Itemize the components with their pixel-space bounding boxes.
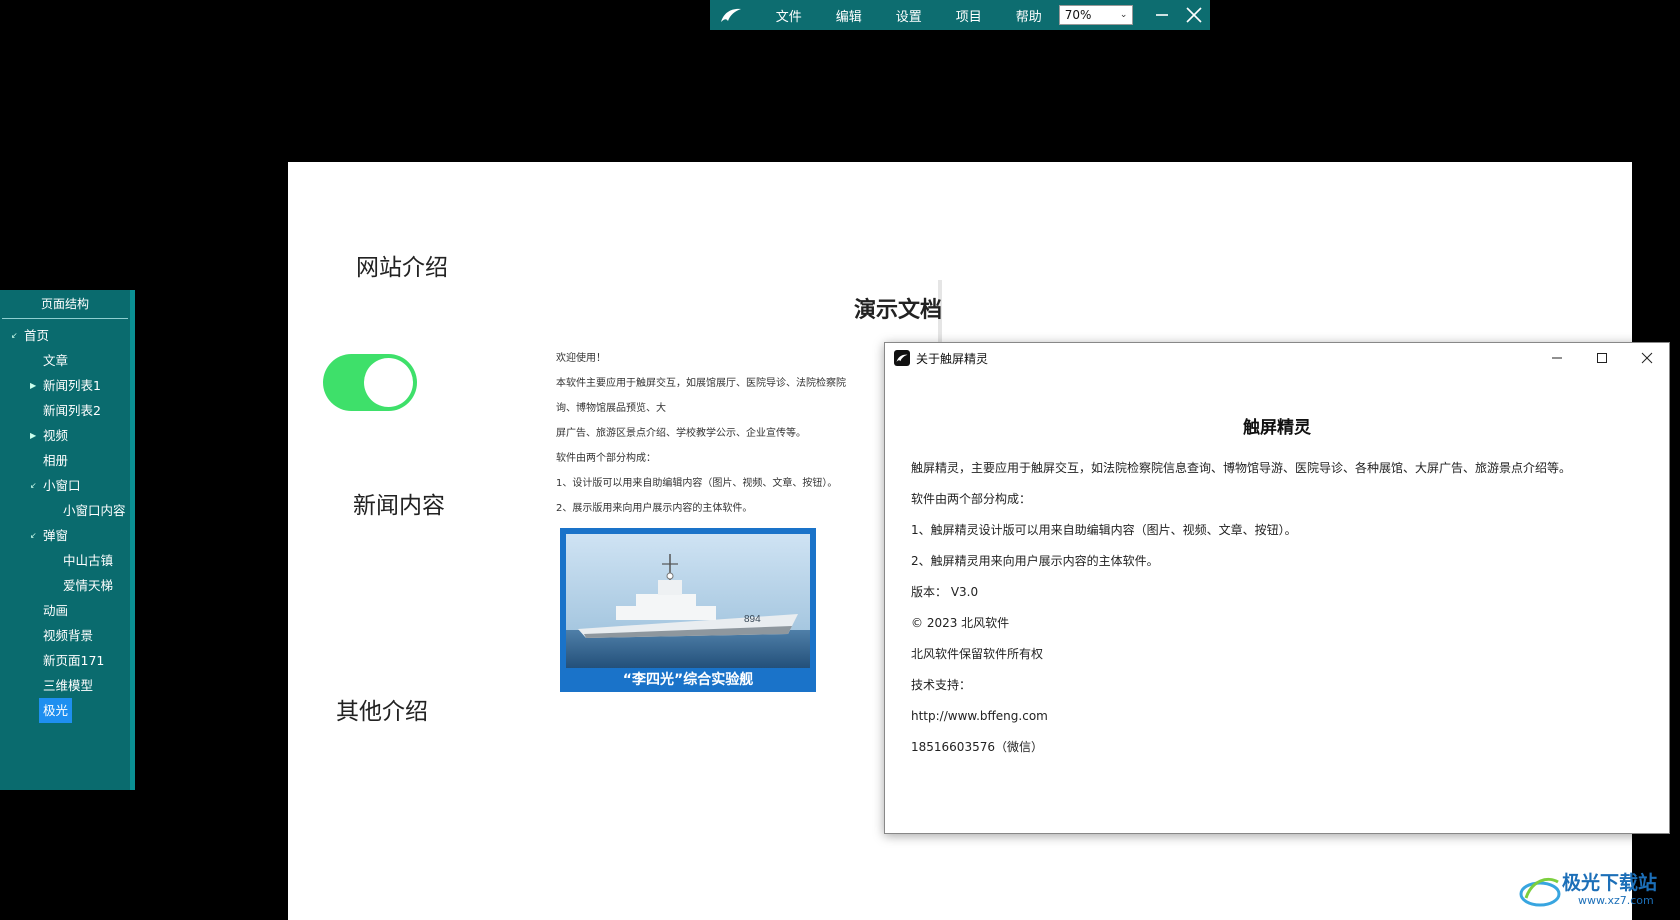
menu-edit[interactable]: 编辑 (819, 6, 879, 25)
tree-item[interactable]: 爱情天梯 (0, 573, 130, 598)
ship-image: 894 (566, 534, 810, 668)
tree-item-label: 动画 (43, 603, 69, 618)
about-heading: 触屏精灵 (1243, 418, 1311, 438)
watermark-logo-icon (1519, 877, 1561, 907)
watermark-url: www.xz7.com (1578, 894, 1654, 907)
tree-item[interactable]: ▶ 新闻列表1 (0, 373, 130, 398)
about-dialog: 关于触屏精灵 触屏精灵 触屏精灵，主要应用于触屏交互，如法院检察院信息查询、博物… (884, 342, 1670, 834)
menu-file[interactable]: 文件 (759, 6, 819, 25)
about-line: 2、触屏精灵用来向用户展示内容的主体软件。 (911, 554, 1159, 568)
zoom-select[interactable]: 70% ⌄ (1058, 5, 1134, 25)
tree-item[interactable]: 文章 (0, 348, 130, 373)
chevron-down-icon[interactable]: ↙ (30, 473, 37, 498)
watermark-name: 极光下载站 (1562, 872, 1658, 894)
menu-help[interactable]: 帮助 (999, 6, 1059, 25)
doc-line: 询、博物馆展品预览、大 (556, 403, 666, 414)
heading-other-intro[interactable]: 其他介绍 (336, 692, 428, 726)
tree-item-label: 小窗口内容 (63, 503, 126, 518)
tree-item-label: 中山古镇 (63, 553, 114, 568)
support-label: 技术支持： (911, 678, 972, 692)
panel-title: 页面结构 (2, 290, 128, 319)
tree-item-label: 文章 (43, 353, 69, 368)
tree-item-label: 相册 (43, 453, 69, 468)
support-phone: 18516603576（微信） (911, 740, 1043, 754)
menu-bar: 文件 编辑 设置 项目 帮助 (759, 6, 1059, 25)
dialog-maximize-button[interactable] (1579, 343, 1624, 373)
chevron-right-icon[interactable]: ▶ (30, 373, 36, 398)
tree-item-label: 爱情天梯 (63, 578, 114, 593)
tree-item-label: 新页面171 (43, 653, 105, 668)
ship-image-widget[interactable]: 894 “李四光”综合实验舰 (560, 528, 816, 692)
tree-item[interactable]: ▶ 视频 (0, 423, 130, 448)
tree-item[interactable]: 三维模型 (0, 673, 130, 698)
version-text: 版本： V3.0 (911, 585, 979, 599)
page-tree: ↙ 首页文章 ▶ 新闻列表1 新闻列表2 ▶ 视频相册 ↙ 小窗口小窗口内容 ↙ 弹窗中山古镇爱情天… (0, 319, 130, 723)
chevron-down-icon[interactable]: ↙ (30, 523, 37, 548)
minimize-icon (1155, 14, 1168, 16)
tree-item-label: 视频 (43, 428, 69, 443)
tree-item[interactable]: 极光 (0, 698, 130, 723)
close-button[interactable] (1178, 0, 1210, 30)
minimize-icon (1551, 357, 1562, 359)
tree-item-label: 三维模型 (43, 678, 94, 693)
toggle-switch[interactable] (323, 354, 417, 411)
doc-line: 屏广告、旅游区景点介绍、学校教学公示、企业宣传等。 (556, 428, 806, 439)
menu-settings[interactable]: 设置 (879, 6, 939, 25)
tree-item[interactable]: 动画 (0, 598, 130, 623)
dialog-titlebar[interactable]: 关于触屏精灵 (885, 343, 1669, 373)
tree-item[interactable]: 新页面171 (0, 648, 130, 673)
app-logo-icon[interactable] (720, 5, 745, 25)
tree-item-label: 新闻列表1 (43, 378, 101, 393)
doc-line: 欢迎使用！ (556, 353, 606, 364)
tree-item[interactable]: ↙ 弹窗 (0, 523, 130, 548)
zoom-value: 70% (1064, 8, 1092, 22)
image-caption: “李四光”综合实验舰 (622, 672, 754, 688)
doc-line: 软件由两个部分构成： (556, 453, 656, 464)
page-structure-panel: 页面结构 ↙ 首页文章 ▶ 新闻列表1 新闻列表2 ▶ 视频相册 ↙ 小窗口小窗口内容 ↙ 弹窗中山… (0, 290, 135, 790)
doc-text-block[interactable]: 欢迎使用！ 本软件主要应用于触屏交互，如展馆展厅、医院导诊、法院检察院 询、博物… (556, 346, 896, 521)
tree-item-label: 首页 (24, 328, 50, 343)
chevron-down-icon[interactable]: ↙ (11, 323, 18, 348)
copyright-text: © 2023 北风软件 (911, 616, 1010, 630)
app-logo-icon (894, 350, 910, 366)
tree-item[interactable]: ↙ 首页 (0, 323, 130, 348)
dialog-minimize-button[interactable] (1534, 343, 1579, 373)
tree-item-label: 新闻列表2 (43, 403, 101, 418)
about-line: 触屏精灵，主要应用于触屏交互，如法院检察院信息查询、博物馆导游、医院导诊、各种展… (911, 461, 1572, 475)
tree-item[interactable]: 新闻列表2 (0, 398, 130, 423)
chevron-down-icon: ⌄ (1119, 10, 1128, 20)
tree-item[interactable]: ↙ 小窗口 (0, 473, 130, 498)
heading-news-content[interactable]: 新闻内容 (353, 486, 445, 520)
chevron-right-icon[interactable]: ▶ (30, 423, 36, 448)
tree-item-label: 极光 (39, 698, 73, 723)
about-text: 触屏精灵，主要应用于触屏交互，如法院检察院信息查询、博物馆导游、医院导诊、各种展… (911, 453, 1571, 763)
rights-text: 北风软件保留软件所有权 (911, 647, 1044, 661)
about-line: 1、触屏精灵设计版可以用来自助编辑内容（图片、视频、文章、按钮）。 (911, 523, 1297, 537)
tree-item[interactable]: 中山古镇 (0, 548, 130, 573)
doc-line: 1、设计版可以用来自助编辑内容（图片、视频、文章、按钮）。 (556, 478, 838, 489)
about-line: 软件由两个部分构成： (911, 492, 1032, 506)
tree-item[interactable]: 小窗口内容 (0, 498, 130, 523)
tree-item-label: 小窗口 (43, 478, 81, 493)
dialog-close-button[interactable] (1624, 343, 1669, 373)
minimize-button[interactable] (1145, 0, 1177, 30)
tree-item-label: 弹窗 (43, 528, 69, 543)
close-icon (1186, 7, 1202, 23)
close-icon (1641, 352, 1652, 364)
menu-project[interactable]: 项目 (939, 6, 999, 25)
tree-item[interactable]: 视频背景 (0, 623, 130, 648)
watermark: 极光下载站 www.xz7.com (1518, 866, 1678, 916)
doc-title[interactable]: 演示文档 (698, 292, 1098, 324)
dialog-title: 关于触屏精灵 (916, 351, 989, 366)
maximize-icon (1596, 353, 1607, 363)
doc-line: 本软件主要应用于触屏交互，如展馆展厅、医院导诊、法院检察院 (556, 378, 846, 389)
heading-site-intro[interactable]: 网站介绍 (356, 248, 448, 282)
doc-line: 2、展示版用来向用户展示内容的主体软件。 (556, 503, 753, 514)
top-toolbar: 文件 编辑 设置 项目 帮助 70% ⌄ (710, 0, 1210, 30)
ship-number: 894 (744, 614, 761, 625)
tree-item[interactable]: 相册 (0, 448, 130, 473)
tree-item-label: 视频背景 (43, 628, 94, 643)
support-url[interactable]: http://www.bffeng.com (911, 701, 1571, 732)
toggle-knob (364, 358, 413, 407)
